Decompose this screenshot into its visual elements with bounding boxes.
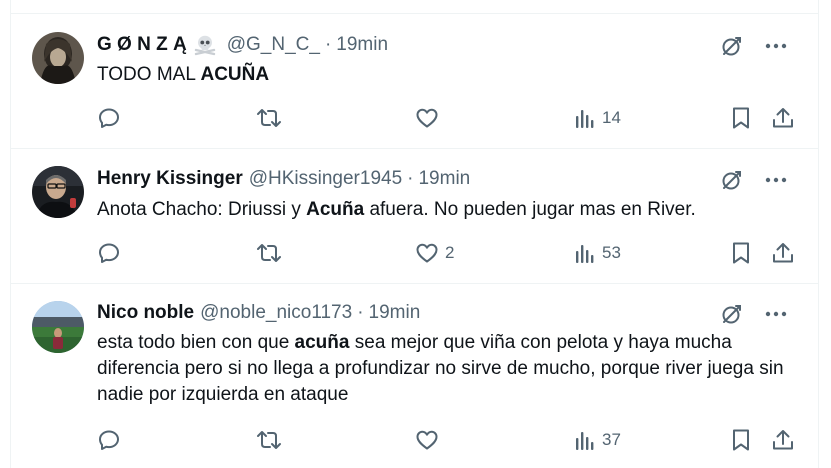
bookmark-icon bbox=[733, 107, 749, 129]
tweet-header: Henry Kissinger @HKissinger1945 · 19min bbox=[97, 166, 470, 192]
grok-icon[interactable] bbox=[718, 32, 746, 60]
tweet-actions: 14 bbox=[97, 103, 818, 133]
tweet-header: Nico noble @noble_nico1173 · 19min bbox=[97, 300, 420, 326]
views-chart-icon bbox=[576, 110, 594, 128]
heart-icon bbox=[416, 108, 438, 128]
separator-dot: · bbox=[407, 168, 414, 189]
repost-icon bbox=[257, 244, 281, 262]
share-button[interactable] bbox=[771, 425, 795, 455]
avatar[interactable] bbox=[32, 32, 84, 84]
repost-button[interactable] bbox=[256, 425, 288, 455]
timeline-right-border bbox=[818, 0, 819, 468]
views-chart-icon bbox=[576, 245, 594, 263]
share-icon bbox=[773, 243, 793, 263]
bookmark-button[interactable] bbox=[730, 103, 752, 133]
reply-icon bbox=[99, 108, 119, 128]
repost-button[interactable] bbox=[256, 103, 288, 133]
separator-dot: · bbox=[324, 34, 332, 55]
repost-icon bbox=[257, 109, 281, 127]
tweet-1[interactable]: G Ø N Z Ą @G_N_C_ · 19min TODO MAL ACUÑA bbox=[11, 14, 818, 149]
user-handle[interactable]: @noble_nico1173 bbox=[200, 302, 352, 324]
tweet-actions: 37 bbox=[97, 425, 818, 455]
timestamp[interactable]: 19min bbox=[418, 168, 470, 190]
grok-icon[interactable] bbox=[718, 166, 746, 194]
bookmark-button[interactable] bbox=[730, 238, 752, 268]
separator-dot: · bbox=[357, 302, 364, 323]
user-handle[interactable]: @G_N_C_ bbox=[227, 34, 320, 56]
more-options-icon[interactable] bbox=[762, 166, 790, 194]
reply-button[interactable] bbox=[97, 425, 127, 455]
bookmark-button[interactable] bbox=[730, 425, 752, 455]
tweet-actions: 2 53 bbox=[97, 238, 818, 268]
display-name[interactable]: G Ø N Z Ą bbox=[97, 34, 187, 56]
share-icon bbox=[773, 430, 793, 450]
tweet-text: Anota Chacho: Driussi y Acuña afuera. No… bbox=[97, 199, 696, 220]
share-button[interactable] bbox=[771, 103, 795, 133]
heart-icon bbox=[416, 243, 438, 263]
display-name[interactable]: Nico noble bbox=[97, 302, 194, 324]
tweet-header: G Ø N Z Ą @G_N_C_ · 19min bbox=[97, 32, 388, 58]
views-button[interactable]: 14 bbox=[574, 103, 621, 133]
reply-button[interactable] bbox=[97, 238, 127, 268]
tweet-text: esta todo bien con que acuña sea mejor q… bbox=[97, 332, 784, 405]
heart-icon bbox=[416, 430, 438, 450]
like-button[interactable] bbox=[415, 425, 445, 455]
views-chart-icon bbox=[576, 432, 594, 450]
like-button[interactable]: 2 bbox=[415, 238, 454, 268]
repost-icon bbox=[257, 431, 281, 449]
bookmark-icon bbox=[733, 242, 749, 264]
reply-icon bbox=[99, 430, 119, 450]
views-button[interactable]: 37 bbox=[574, 425, 621, 455]
like-count: 2 bbox=[445, 243, 455, 262]
views-button[interactable]: 53 bbox=[574, 238, 621, 268]
user-handle[interactable]: @HKissinger1945 bbox=[249, 168, 402, 190]
timestamp[interactable]: 19min bbox=[369, 302, 421, 324]
avatar[interactable] bbox=[32, 301, 84, 353]
share-icon bbox=[773, 108, 793, 128]
grok-icon[interactable] bbox=[718, 300, 746, 328]
repost-button[interactable] bbox=[256, 238, 288, 268]
timestamp[interactable]: 19min bbox=[336, 34, 388, 56]
share-button[interactable] bbox=[771, 238, 795, 268]
more-options-icon[interactable] bbox=[762, 300, 790, 328]
like-button[interactable] bbox=[415, 103, 445, 133]
tweet-3[interactable]: Nico noble @noble_nico1173 · 19min esta … bbox=[11, 284, 818, 468]
tweet-2[interactable]: Henry Kissinger @HKissinger1945 · 19min … bbox=[11, 149, 818, 284]
reply-icon bbox=[99, 243, 119, 263]
display-name[interactable]: Henry Kissinger bbox=[97, 168, 243, 190]
reply-button[interactable] bbox=[97, 103, 127, 133]
tweet-text: TODO MAL ACUÑA bbox=[97, 64, 270, 85]
more-options-icon[interactable] bbox=[762, 32, 790, 60]
skull-crossbones-icon bbox=[193, 33, 217, 57]
avatar[interactable] bbox=[32, 166, 84, 218]
bookmark-icon bbox=[733, 429, 749, 451]
